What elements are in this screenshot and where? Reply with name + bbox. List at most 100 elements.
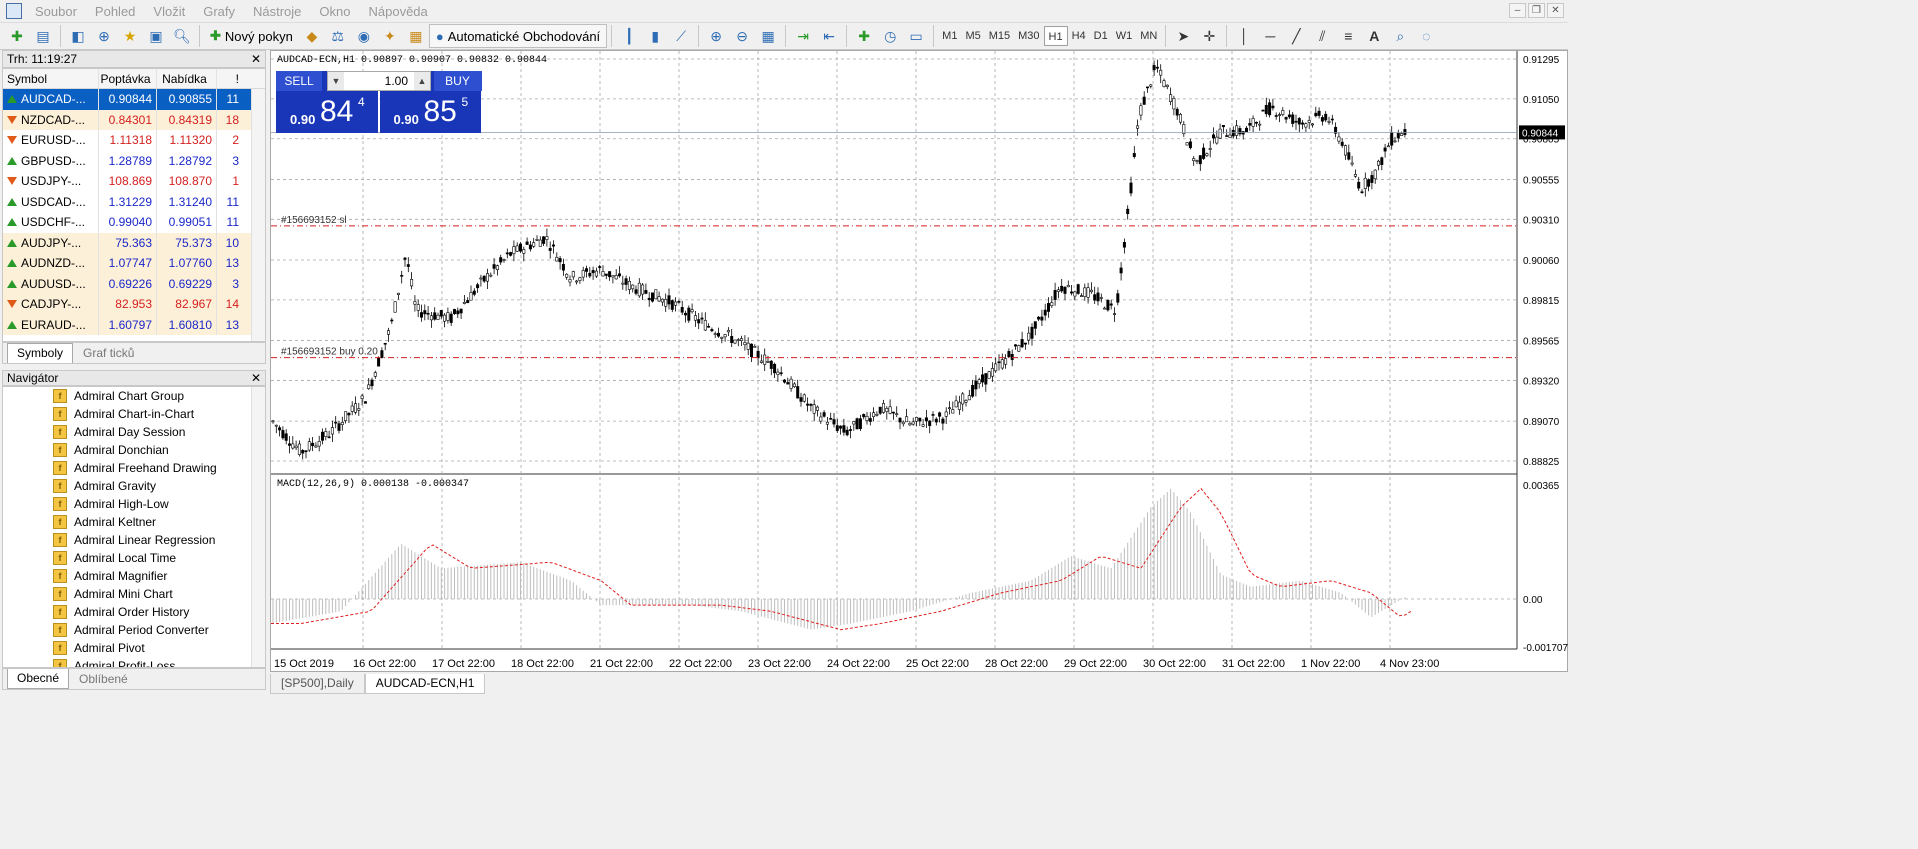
close-icon[interactable]: ✕ xyxy=(251,51,261,67)
menu-help[interactable]: Nápověda xyxy=(360,4,437,19)
menu-insert[interactable]: Vložit xyxy=(144,4,194,19)
indicators-icon[interactable]: ✚ xyxy=(853,25,875,47)
tab-symbols[interactable]: Symboly xyxy=(7,343,74,363)
table-row[interactable]: AUDNZD-... 1.07747 1.07760 13 xyxy=(3,253,265,274)
market-watch-icon[interactable]: ◧ xyxy=(67,25,89,47)
market-icon[interactable]: ✦ xyxy=(379,25,401,47)
menu-charts[interactable]: Grafy xyxy=(194,4,244,19)
list-item[interactable]: f Admiral Chart Group xyxy=(3,387,265,405)
trading-icon[interactable]: ⚖ xyxy=(327,25,349,47)
horizontal-line-icon[interactable]: ─ xyxy=(1259,25,1281,47)
buy-button[interactable]: BUY xyxy=(433,71,482,91)
restore-icon[interactable]: ❐ xyxy=(1528,3,1545,18)
lot-increase-icon[interactable]: ▲ xyxy=(414,72,430,90)
table-row[interactable]: AUDJPY-... 75.363 75.373 10 xyxy=(3,232,265,253)
minimize-icon[interactable]: – xyxy=(1509,3,1526,18)
list-item[interactable]: f Admiral Period Converter xyxy=(3,621,265,639)
strategy-tester-icon[interactable]: 🔍︎ xyxy=(171,25,193,47)
list-item[interactable]: f Admiral Gravity xyxy=(3,477,265,495)
navigator-icon[interactable]: ★ xyxy=(119,25,141,47)
table-row[interactable]: CADJPY-... 82.953 82.967 14 xyxy=(3,294,265,315)
timeframe-w1[interactable]: W1 xyxy=(1112,26,1137,46)
table-row[interactable]: NZDCAD-... 0.84301 0.84319 18 xyxy=(3,109,265,130)
list-item[interactable]: f Admiral Donchian xyxy=(3,441,265,459)
new-order-button[interactable]: ✚ Nový pokyn xyxy=(204,24,299,48)
column-symbol[interactable]: Symbol xyxy=(3,69,98,88)
list-item[interactable]: f Admiral High-Low xyxy=(3,495,265,513)
list-item[interactable]: f Admiral Order History xyxy=(3,603,265,621)
table-row[interactable]: USDJPY-... 108.869 108.870 1 xyxy=(3,171,265,192)
sell-button[interactable]: SELL xyxy=(276,71,322,91)
cursor-icon[interactable]: ➤ xyxy=(1172,25,1194,47)
market-watch-scrollbar[interactable] xyxy=(251,89,265,341)
table-row[interactable]: USDCHF-... 0.99040 0.99051 11 xyxy=(3,212,265,233)
list-item[interactable]: f Admiral Day Session xyxy=(3,423,265,441)
tab-chart-audcad[interactable]: AUDCAD-ECN,H1 xyxy=(364,674,486,694)
autotrading-button[interactable]: ● Automatické Obchodování xyxy=(428,24,608,48)
trendline-icon[interactable]: ╱ xyxy=(1285,25,1307,47)
table-row[interactable]: EURAUD-... 1.60797 1.60810 13 xyxy=(3,314,265,335)
vertical-line-icon[interactable]: │ xyxy=(1233,25,1255,47)
timeframe-h4[interactable]: H4 xyxy=(1068,26,1090,46)
crosshair-icon[interactable]: ✛ xyxy=(1198,25,1220,47)
price-chart[interactable]: 0.912950.910500.908050.905550.903100.900… xyxy=(271,51,1569,673)
terminal-icon[interactable]: ▣ xyxy=(145,25,167,47)
list-item[interactable]: f Admiral Keltner xyxy=(3,513,265,531)
column-ask[interactable]: Nabídka xyxy=(156,69,216,88)
list-item[interactable]: f Admiral Mini Chart xyxy=(3,585,265,603)
timeframe-m1[interactable]: M1 xyxy=(938,26,961,46)
data-window-icon[interactable]: ⊕ xyxy=(93,25,115,47)
candlestick-icon[interactable]: ▮ xyxy=(644,25,666,47)
tab-favorites[interactable]: Oblíbené xyxy=(69,669,138,689)
tab-tick-chart[interactable]: Graf ticků xyxy=(73,343,144,363)
menu-tools[interactable]: Nástroje xyxy=(244,4,310,19)
list-item[interactable]: f Admiral Chart-in-Chart xyxy=(3,405,265,423)
timeframe-mn[interactable]: MN xyxy=(1136,26,1161,46)
table-row[interactable]: AUDCAD-... 0.90844 0.90855 11 xyxy=(3,89,265,110)
navigator-scrollbar[interactable] xyxy=(251,387,265,667)
menu-file[interactable]: Soubor xyxy=(26,4,86,19)
column-bid[interactable]: Poptávka xyxy=(98,69,156,88)
timeframe-h1[interactable]: H1 xyxy=(1043,26,1068,46)
close-icon[interactable]: ✕ xyxy=(1547,3,1564,18)
list-item[interactable]: f Admiral Pivot xyxy=(3,639,265,657)
zoom-out-icon[interactable]: ⊖ xyxy=(731,25,753,47)
timeframe-m15[interactable]: M15 xyxy=(985,26,1014,46)
zoom-in-icon[interactable]: ⊕ xyxy=(705,25,727,47)
table-row[interactable]: AUDUSD-... 0.69226 0.69229 3 xyxy=(3,273,265,294)
column-spread[interactable]: ! xyxy=(216,69,245,88)
tab-chart-sp500[interactable]: [SP500],Daily xyxy=(270,674,365,694)
close-icon[interactable]: ✕ xyxy=(251,371,261,385)
chart-window[interactable]: 0.91295 0.91050 0.90805 0.90555 0.90310 0.900… xyxy=(270,50,1568,672)
list-item[interactable]: f Admiral Magnifier xyxy=(3,567,265,585)
periods-icon[interactable]: ◷ xyxy=(879,25,901,47)
lot-size-field[interactable]: ▼ 1.00 ▲ xyxy=(327,71,431,91)
autoscroll-icon[interactable]: ⇥ xyxy=(792,25,814,47)
list-item[interactable]: f Admiral Local Time xyxy=(3,549,265,567)
lot-dropdown-icon[interactable]: ▼ xyxy=(328,72,344,90)
equidistant-channel-icon[interactable]: ⫽ xyxy=(1311,25,1333,47)
templates-icon[interactable]: ▭ xyxy=(905,25,927,47)
fibonacci-icon[interactable]: ≡ xyxy=(1337,25,1359,47)
text-icon[interactable]: A xyxy=(1363,25,1385,47)
new-chart-icon[interactable]: ✚ xyxy=(6,25,28,47)
bar-chart-icon[interactable]: ┃ xyxy=(618,25,640,47)
timeframe-d1[interactable]: D1 xyxy=(1090,26,1112,46)
table-row[interactable]: EURUSD-... 1.11318 1.11320 2 xyxy=(3,130,265,151)
vps-icon[interactable]: ▦ xyxy=(405,25,427,47)
tab-common[interactable]: Obecné xyxy=(7,669,70,689)
table-row[interactable]: GBPUSD-... 1.28789 1.28792 3 xyxy=(3,150,265,171)
chart-shift-icon[interactable]: ⇤ xyxy=(818,25,840,47)
list-item[interactable]: f Admiral Freehand Drawing xyxy=(3,459,265,477)
timeframe-m30[interactable]: M30 xyxy=(1014,26,1043,46)
menu-window[interactable]: Okno xyxy=(310,4,359,19)
list-item[interactable]: f Admiral Profit-Loss xyxy=(3,657,265,667)
metaeditor-icon[interactable]: ◆ xyxy=(301,25,323,47)
tile-windows-icon[interactable]: ▦ xyxy=(757,25,779,47)
list-item[interactable]: f Admiral Linear Regression xyxy=(3,531,265,549)
chat-icon[interactable]: ◌ xyxy=(1415,25,1437,47)
table-row[interactable]: USDCAD-... 1.31229 1.31240 11 xyxy=(3,191,265,212)
menu-view[interactable]: Pohled xyxy=(86,4,144,19)
line-chart-icon[interactable]: ⟋ xyxy=(670,25,692,47)
search-icon[interactable]: ⌕ xyxy=(1389,25,1411,47)
